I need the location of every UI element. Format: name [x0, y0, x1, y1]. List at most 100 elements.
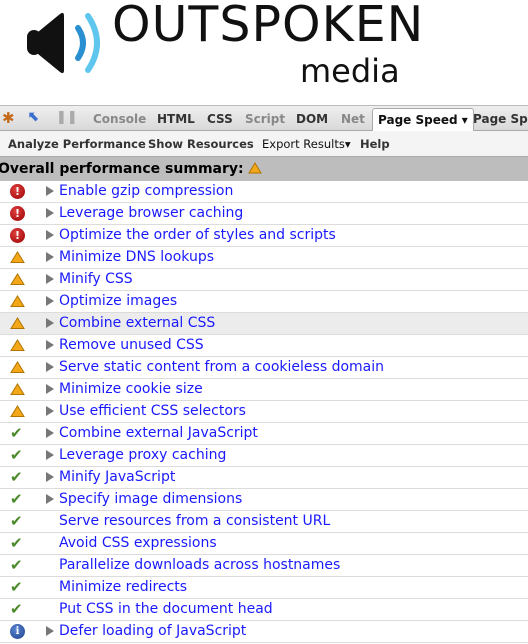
- rule-label[interactable]: Remove unused CSS: [59, 337, 204, 353]
- tab-page-speed[interactable]: Page Speed ▾: [372, 108, 474, 132]
- rule-row[interactable]: ! Leverage browser caching: [0, 203, 528, 225]
- performance-summary: Overall performance summary:: [0, 157, 528, 181]
- tab-html[interactable]: HTML: [157, 112, 195, 126]
- error-icon: !: [10, 206, 25, 221]
- rule-label[interactable]: Minify CSS: [59, 271, 133, 287]
- logo-wordmark: OUTSPOKEN: [112, 0, 425, 53]
- expand-triangle-icon[interactable]: [46, 362, 54, 372]
- expand-triangle-icon[interactable]: [46, 450, 54, 460]
- check-icon: ✔: [10, 424, 23, 442]
- rule-row[interactable]: Serve static content from a cookieless d…: [0, 357, 528, 379]
- tab-dom[interactable]: DOM: [296, 112, 328, 126]
- expand-triangle-icon[interactable]: [46, 252, 54, 262]
- info-icon: i: [10, 624, 25, 639]
- speaker-icon: [27, 12, 100, 74]
- rule-row[interactable]: ✔ Put CSS in the document head: [0, 599, 528, 621]
- expand-triangle-icon[interactable]: [46, 472, 54, 482]
- rule-label[interactable]: Defer loading of JavaScript: [59, 623, 246, 639]
- summary-label: Overall performance summary:: [0, 161, 244, 177]
- expand-triangle-icon[interactable]: [46, 274, 54, 284]
- rule-label[interactable]: Optimize images: [59, 293, 177, 309]
- export-results-menu[interactable]: Export Results▾: [262, 137, 351, 151]
- analyze-performance-button[interactable]: Analyze Performance: [8, 137, 146, 151]
- rule-row[interactable]: ! Enable gzip compression: [0, 181, 528, 203]
- rule-label[interactable]: Parallelize downloads across hostnames: [59, 557, 340, 573]
- expand-triangle-icon[interactable]: [46, 186, 54, 196]
- check-icon: ✔: [10, 446, 23, 464]
- error-icon: !: [10, 228, 25, 243]
- expand-triangle-icon[interactable]: [46, 626, 54, 636]
- firebug-icon[interactable]: ✱: [2, 109, 15, 127]
- tab-console[interactable]: Console: [93, 112, 146, 126]
- rule-row[interactable]: ✔ Combine external JavaScript: [0, 423, 528, 445]
- expand-triangle-icon[interactable]: [46, 230, 54, 240]
- tab-page-speed-activity[interactable]: Page Speed: [473, 112, 528, 126]
- rule-row[interactable]: Minify CSS: [0, 269, 528, 291]
- check-icon: ✔: [10, 468, 23, 486]
- rule-row[interactable]: Use efficient CSS selectors: [0, 401, 528, 423]
- expand-triangle-icon[interactable]: [46, 208, 54, 218]
- rule-row[interactable]: ✔ Minify JavaScript: [0, 467, 528, 489]
- rule-row[interactable]: Optimize images: [0, 291, 528, 313]
- rule-row[interactable]: Minimize cookie size: [0, 379, 528, 401]
- inspect-icon[interactable]: ⬉: [28, 109, 40, 125]
- tab-net[interactable]: Net: [341, 112, 365, 126]
- rule-label[interactable]: Minimize DNS lookups: [59, 249, 214, 265]
- rule-label[interactable]: Leverage proxy caching: [59, 447, 226, 463]
- error-icon: !: [10, 184, 25, 199]
- rule-row[interactable]: Minimize DNS lookups: [0, 247, 528, 269]
- rule-row[interactable]: ✔ Specify image dimensions: [0, 489, 528, 511]
- rule-row[interactable]: ✔ Parallelize downloads across hostnames: [0, 555, 528, 577]
- rule-label[interactable]: Leverage browser caching: [59, 205, 243, 221]
- check-icon: ✔: [10, 490, 23, 508]
- warning-icon: [10, 294, 25, 309]
- check-icon: ✔: [10, 600, 23, 618]
- warning-icon: [10, 272, 25, 287]
- help-button[interactable]: Help: [360, 137, 390, 151]
- page-speed-toolbar: Analyze Performance Show Resources Expor…: [0, 131, 528, 157]
- warning-icon: [10, 382, 25, 397]
- rule-label[interactable]: Avoid CSS expressions: [59, 535, 217, 551]
- rule-label[interactable]: Minify JavaScript: [59, 469, 175, 485]
- show-resources-button[interactable]: Show Resources: [148, 137, 254, 151]
- tab-script[interactable]: Script: [245, 112, 285, 126]
- check-icon: ✔: [10, 534, 23, 552]
- tab-css[interactable]: CSS: [207, 112, 233, 126]
- rule-label[interactable]: Minimize redirects: [59, 579, 187, 595]
- warning-icon: [10, 316, 25, 331]
- warning-icon: [10, 360, 25, 375]
- rule-label[interactable]: Specify image dimensions: [59, 491, 242, 507]
- rule-label[interactable]: Enable gzip compression: [59, 183, 233, 199]
- rule-label[interactable]: Serve static content from a cookieless d…: [59, 359, 384, 375]
- warning-icon: [10, 404, 25, 419]
- rule-row[interactable]: ✔ Avoid CSS expressions: [0, 533, 528, 555]
- rule-row[interactable]: Combine external CSS: [0, 313, 528, 335]
- rule-label[interactable]: Combine external CSS: [59, 315, 215, 331]
- rule-row[interactable]: Remove unused CSS: [0, 335, 528, 357]
- warning-icon: [248, 162, 263, 174]
- outspoken-media-logo: OUTSPOKEN media: [0, 0, 528, 104]
- logo-subtitle: media: [300, 52, 400, 90]
- rule-label[interactable]: Minimize cookie size: [59, 381, 203, 397]
- expand-triangle-icon[interactable]: [46, 318, 54, 328]
- rule-row[interactable]: ✔ Serve resources from a consistent URL: [0, 511, 528, 533]
- rule-label[interactable]: Optimize the order of styles and scripts: [59, 227, 336, 243]
- rule-label[interactable]: Serve resources from a consistent URL: [59, 513, 330, 529]
- expand-triangle-icon[interactable]: [46, 384, 54, 394]
- rule-label[interactable]: Put CSS in the document head: [59, 601, 273, 617]
- rule-label[interactable]: Use efficient CSS selectors: [59, 403, 246, 419]
- rules-list: ! Enable gzip compression! Leverage browse…: [0, 181, 528, 643]
- check-icon: ✔: [10, 556, 23, 574]
- rule-row[interactable]: i Defer loading of JavaScript: [0, 621, 528, 643]
- expand-triangle-icon[interactable]: [46, 406, 54, 416]
- rule-row[interactable]: ! Optimize the order of styles and script…: [0, 225, 528, 247]
- pause-icon[interactable]: ❚❚: [56, 110, 78, 125]
- expand-triangle-icon[interactable]: [46, 428, 54, 438]
- rule-row[interactable]: ✔ Leverage proxy caching: [0, 445, 528, 467]
- warning-icon: [10, 338, 25, 353]
- rule-label[interactable]: Combine external JavaScript: [59, 425, 258, 441]
- rule-row[interactable]: ✔ Minimize redirects: [0, 577, 528, 599]
- expand-triangle-icon[interactable]: [46, 340, 54, 350]
- expand-triangle-icon[interactable]: [46, 494, 54, 504]
- expand-triangle-icon[interactable]: [46, 296, 54, 306]
